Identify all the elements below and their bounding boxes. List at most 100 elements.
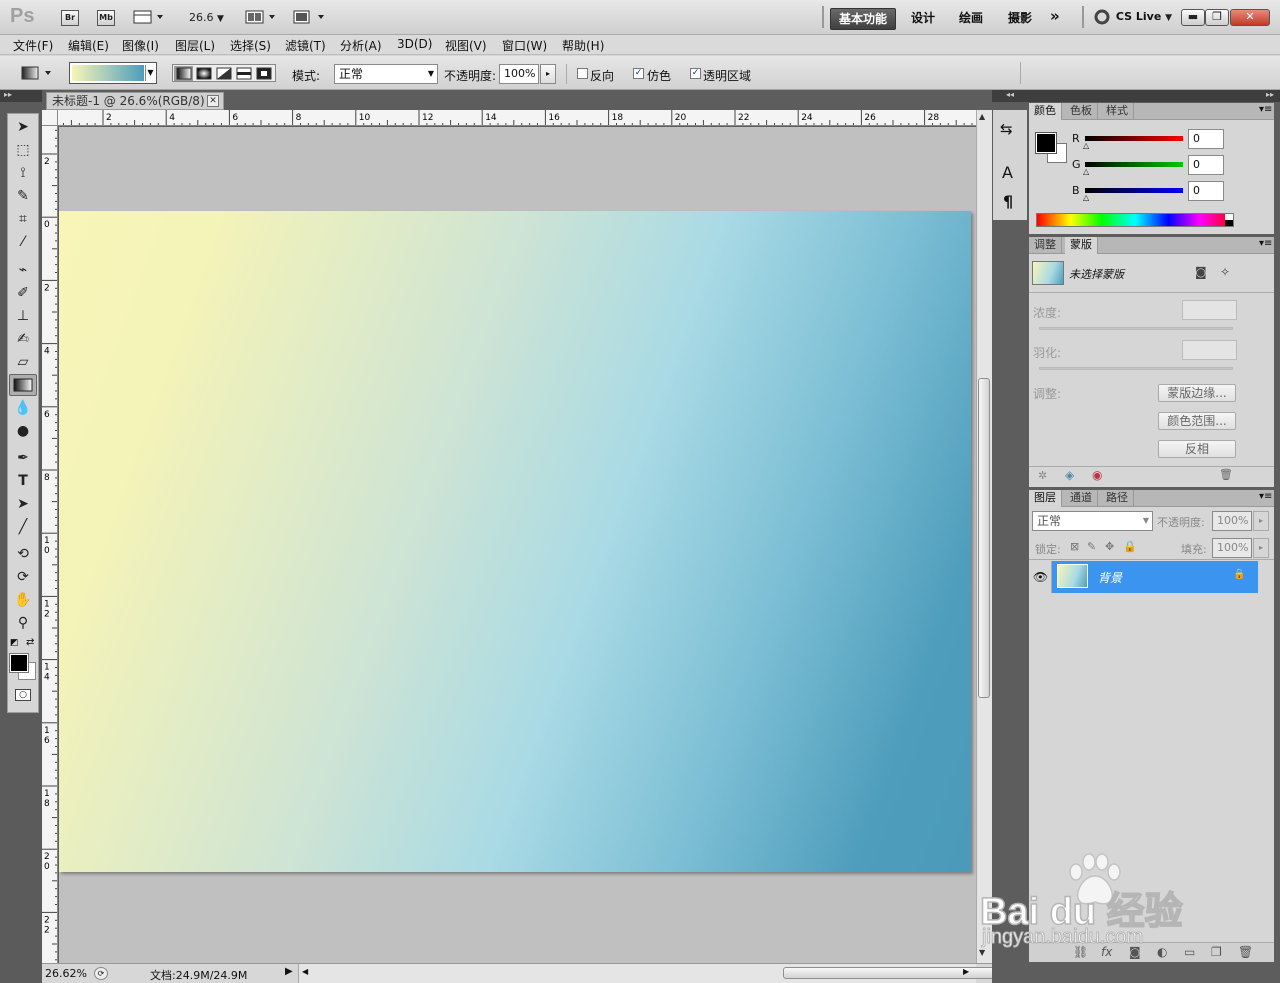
status-menu-arrow-icon[interactable]: ▶ bbox=[285, 966, 293, 977]
foreground-color-swatch[interactable] bbox=[1035, 132, 1057, 154]
expand-icon[interactable]: ◂◂ bbox=[992, 90, 1028, 102]
mini-bridge-button[interactable]: Mb bbox=[97, 10, 115, 26]
zoom-tool-icon[interactable]: ⚲ bbox=[9, 612, 37, 634]
add-pixel-mask-icon[interactable]: ◙ bbox=[1195, 265, 1207, 279]
3d-orbit-tool-icon[interactable]: ⟳ bbox=[9, 566, 37, 588]
blue-slider[interactable] bbox=[1085, 188, 1183, 193]
opacity-slider-toggle[interactable]: ▸ bbox=[540, 64, 556, 84]
menu-file[interactable]: 文件(F) bbox=[13, 37, 53, 54]
vertical-scrollbar[interactable]: ▲ ▼ bbox=[976, 110, 992, 963]
gradient-picker[interactable]: ▼ bbox=[69, 62, 157, 84]
layer-name[interactable]: 背景 bbox=[1098, 569, 1122, 586]
lock-position-icon[interactable]: ✥ bbox=[1105, 540, 1114, 553]
history-panel-icon[interactable]: ⇆ bbox=[1000, 120, 1013, 138]
move-tool-icon[interactable]: ➤ bbox=[9, 116, 37, 138]
density-input[interactable] bbox=[1182, 300, 1237, 320]
menu-edit[interactable]: 编辑(E) bbox=[68, 37, 109, 54]
mask-edge-button[interactable]: 蒙版边缘... bbox=[1158, 384, 1236, 402]
layer-opacity-input[interactable]: 100% bbox=[1212, 511, 1252, 531]
zoom-level[interactable]: 26.6 ▼ bbox=[189, 11, 224, 24]
tab-masks[interactable]: 蒙版 bbox=[1065, 237, 1098, 254]
tab-swatches[interactable]: 色板 bbox=[1065, 103, 1098, 120]
green-value-input[interactable]: 0 bbox=[1188, 155, 1224, 175]
lock-transparent-pixels-icon[interactable]: ⊠ bbox=[1070, 540, 1079, 553]
collapse-icon[interactable]: ▸▸ bbox=[1028, 90, 1280, 102]
eye-icon[interactable]: 👁 bbox=[1030, 561, 1052, 593]
close-icon[interactable]: ✕ bbox=[207, 95, 219, 107]
add-mask-icon[interactable]: ◙ bbox=[1129, 945, 1141, 959]
horizontal-scrollbar[interactable]: ◀ ▶ bbox=[298, 964, 1011, 983]
vertical-scroll-thumb[interactable] bbox=[978, 378, 990, 698]
healing-brush-tool-icon[interactable]: ⌁ bbox=[9, 259, 37, 281]
density-slider[interactable] bbox=[1039, 327, 1233, 330]
default-colors-icon[interactable]: ◩ bbox=[10, 638, 19, 648]
gradient-tool-icon[interactable] bbox=[9, 374, 37, 396]
workspace-essentials[interactable]: 基本功能 bbox=[830, 8, 897, 30]
quick-mask-icon[interactable]: ○ bbox=[15, 689, 31, 701]
menu-image[interactable]: 图像(I) bbox=[122, 37, 159, 54]
scroll-right-icon[interactable]: ▶ bbox=[963, 967, 969, 976]
slider-triangle-icon[interactable]: △ bbox=[1083, 167, 1089, 176]
marquee-tool-icon[interactable]: ⬚ bbox=[9, 139, 37, 161]
screen-mode-button[interactable] bbox=[292, 9, 326, 28]
fill-input[interactable]: 100% bbox=[1212, 538, 1252, 558]
dither-checkbox[interactable]: ✓ bbox=[633, 68, 644, 79]
red-slider[interactable] bbox=[1085, 136, 1183, 141]
tab-paths[interactable]: 路径 bbox=[1101, 490, 1134, 507]
tab-layers[interactable]: 图层 bbox=[1029, 490, 1062, 507]
brush-tool-icon[interactable]: ✐ bbox=[9, 282, 37, 304]
more-workspaces-button[interactable]: » bbox=[1042, 6, 1068, 28]
document-canvas[interactable] bbox=[59, 211, 971, 872]
radial-gradient-button[interactable] bbox=[194, 64, 214, 82]
zoom-status[interactable]: 26.62% bbox=[45, 967, 87, 980]
ruler-origin[interactable] bbox=[42, 110, 58, 126]
panel-menu-icon[interactable]: ▾≡ bbox=[1259, 104, 1272, 115]
reverse-checkbox[interactable] bbox=[577, 68, 588, 79]
slider-triangle-icon[interactable]: △ bbox=[1083, 193, 1089, 202]
apply-mask-icon[interactable]: ◈ bbox=[1065, 468, 1074, 482]
linear-gradient-button[interactable] bbox=[173, 64, 193, 82]
pen-tool-icon[interactable]: ✒ bbox=[9, 447, 37, 469]
transparency-checkbox[interactable]: ✓ bbox=[690, 68, 701, 79]
history-brush-tool-icon[interactable]: ✍ bbox=[9, 328, 37, 350]
new-group-icon[interactable]: ▭ bbox=[1184, 945, 1195, 959]
lasso-tool-icon[interactable]: ⟟ bbox=[9, 162, 37, 184]
document-tab[interactable]: 未标题-1 @ 26.6%(RGB/8) * ✕ bbox=[46, 92, 224, 110]
blue-value-input[interactable]: 0 bbox=[1188, 181, 1224, 201]
blur-tool-icon[interactable]: 💧 bbox=[9, 397, 37, 419]
layer-row[interactable]: 👁 背景 🔒 bbox=[1030, 561, 1258, 593]
blend-mode-select[interactable]: 正常 ▼ bbox=[1032, 511, 1153, 531]
menu-help[interactable]: 帮助(H) bbox=[562, 37, 604, 54]
workspace-photography[interactable]: 摄影 bbox=[1000, 8, 1040, 30]
paragraph-panel-icon[interactable]: ¶ bbox=[1003, 192, 1013, 211]
3d-rotate-tool-icon[interactable]: ⟲ bbox=[9, 543, 37, 565]
status-info-icon[interactable]: ⟳ bbox=[94, 967, 108, 980]
foreground-color-swatch[interactable] bbox=[9, 653, 29, 673]
slider-triangle-icon[interactable]: △ bbox=[1083, 141, 1089, 150]
line-tool-icon[interactable]: ╱ bbox=[9, 516, 37, 538]
bridge-button[interactable]: Br bbox=[61, 10, 79, 26]
chevron-right-icon[interactable]: ▸ bbox=[1253, 538, 1269, 558]
menu-view[interactable]: 视图(V) bbox=[445, 37, 487, 54]
load-selection-icon[interactable]: ✲ bbox=[1038, 469, 1047, 482]
color-spectrum-ramp[interactable] bbox=[1036, 213, 1234, 227]
adjustment-layer-icon[interactable]: ◐ bbox=[1157, 945, 1167, 959]
workspace-painting[interactable]: 绘画 bbox=[951, 8, 991, 30]
tab-channels[interactable]: 通道 bbox=[1065, 490, 1098, 507]
toggle-mask-visibility-icon[interactable]: ◉ bbox=[1092, 468, 1102, 482]
menu-3d[interactable]: 3D(D) bbox=[397, 37, 432, 51]
maximize-button[interactable]: ❐ bbox=[1205, 9, 1229, 26]
swap-colors-icon[interactable]: ⇄ bbox=[26, 637, 34, 648]
character-panel-icon[interactable]: A bbox=[1002, 163, 1013, 182]
angle-gradient-button[interactable] bbox=[215, 64, 235, 82]
lock-all-icon[interactable]: 🔒 bbox=[1123, 540, 1137, 553]
delete-mask-icon[interactable]: 🗑 bbox=[1219, 468, 1233, 481]
quick-selection-tool-icon[interactable]: ✎ bbox=[9, 185, 37, 207]
vertical-ruler[interactable]: 20246810121416182022 bbox=[42, 126, 58, 963]
green-slider[interactable] bbox=[1085, 162, 1183, 167]
red-value-input[interactable]: 0 bbox=[1188, 129, 1224, 149]
panel-menu-icon[interactable]: ▾≡ bbox=[1259, 491, 1272, 502]
opacity-input[interactable]: 100% bbox=[499, 64, 539, 84]
chevron-right-icon[interactable]: ▸ bbox=[1253, 511, 1269, 531]
menu-analysis[interactable]: 分析(A) bbox=[340, 37, 382, 54]
